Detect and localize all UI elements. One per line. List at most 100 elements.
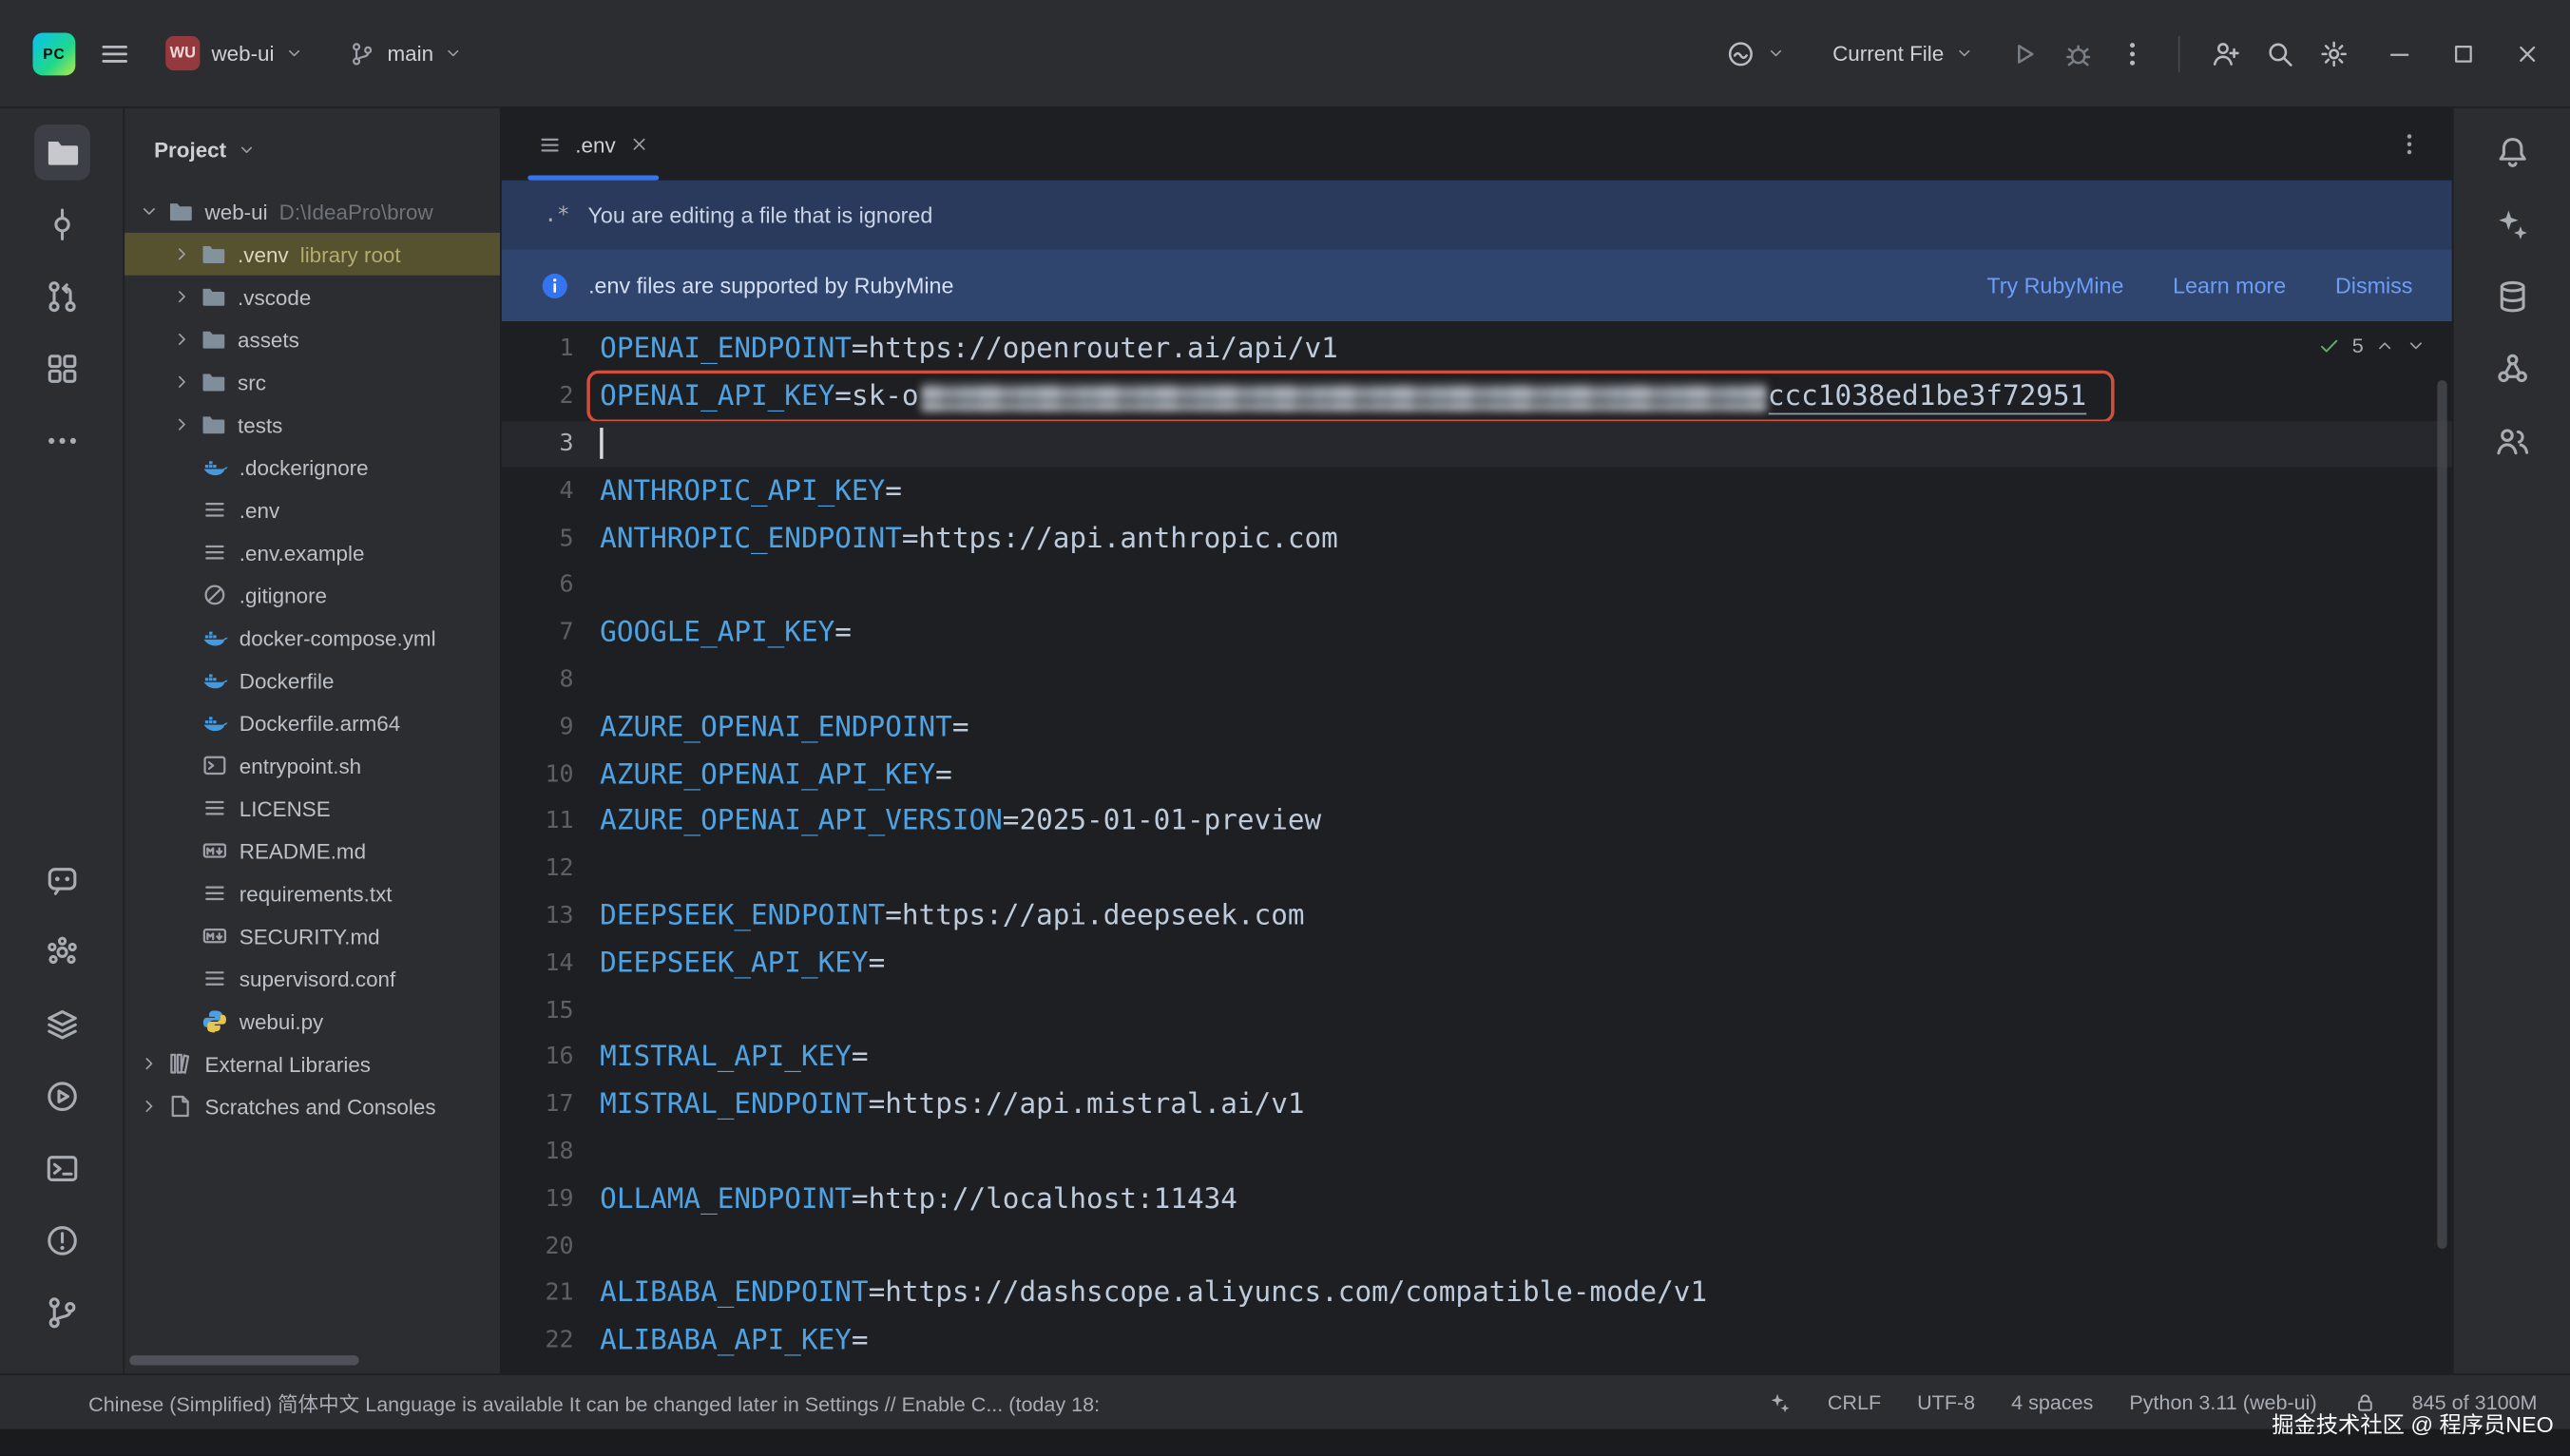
profiler-selector[interactable] xyxy=(1715,30,1796,76)
tree-item-.gitignore[interactable]: .gitignore xyxy=(125,574,500,617)
code-area[interactable]: 5 1OPENAI_ENDPOINT=https://openrouter.ai… xyxy=(502,321,2452,1373)
line-number[interactable]: 18 xyxy=(502,1139,574,1165)
code-line-11[interactable]: 11AZURE_OPENAI_API_VERSION=2025-01-01-pr… xyxy=(502,798,2452,846)
code-line-13[interactable]: 13DEEPSEEK_ENDPOINT=https://api.deepseek… xyxy=(502,892,2452,940)
code-line-19[interactable]: 19OLLAMA_ENDPOINT=http://localhost:11434 xyxy=(502,1176,2452,1223)
status-utf-8[interactable]: UTF-8 xyxy=(1917,1390,1975,1413)
code-line-10[interactable]: 10AZURE_OPENAI_API_KEY= xyxy=(502,751,2452,798)
code-line-21[interactable]: 21ALIBABA_ENDPOINT=https://dashscope.ali… xyxy=(502,1270,2452,1317)
editor-options-icon[interactable] xyxy=(2396,131,2423,158)
tree-item-web-ui[interactable]: web-uiD:\IdeaPro\brow xyxy=(125,190,500,233)
more-actions-icon[interactable] xyxy=(2118,39,2147,68)
chevron-right-icon[interactable] xyxy=(140,1054,160,1074)
tree-item-webui.py[interactable]: webui.py xyxy=(125,1000,500,1043)
terminal-button[interactable] xyxy=(33,1140,89,1197)
dismiss-link[interactable]: Dismiss xyxy=(2335,273,2412,297)
tree-item-dockerfile[interactable]: Dockerfile xyxy=(125,659,500,701)
tree-item-security.md[interactable]: SECURITY.md xyxy=(125,914,500,957)
line-number[interactable]: 22 xyxy=(502,1328,574,1354)
chevron-right-icon[interactable] xyxy=(172,287,192,307)
line-number[interactable]: 17 xyxy=(502,1092,574,1119)
code-line-1[interactable]: 1OPENAI_ENDPOINT=https://openrouter.ai/a… xyxy=(502,326,2452,374)
chevron-right-icon[interactable] xyxy=(140,1097,160,1117)
database-button[interactable] xyxy=(2484,269,2540,325)
line-number[interactable]: 1 xyxy=(502,336,574,363)
notifications-button[interactable] xyxy=(2484,125,2540,181)
code-line-18[interactable]: 18 xyxy=(502,1128,2452,1176)
line-number[interactable]: 13 xyxy=(502,903,574,929)
ai-status-icon[interactable] xyxy=(1769,1390,1792,1413)
dependencies-button[interactable] xyxy=(2484,341,2540,397)
code-with-me-button[interactable] xyxy=(2484,413,2540,469)
line-number[interactable]: 10 xyxy=(502,761,574,788)
status-4-spaces[interactable]: 4 spaces xyxy=(2011,1390,2093,1413)
code-line-20[interactable]: 20 xyxy=(502,1223,2452,1271)
tree-item-.env.example[interactable]: .env.example xyxy=(125,531,500,574)
code-line-3[interactable]: 3 xyxy=(502,420,2452,468)
code-line-6[interactable]: 6 xyxy=(502,562,2452,609)
line-number[interactable]: 2 xyxy=(502,384,574,411)
tree-item-assets[interactable]: assets xyxy=(125,318,500,361)
line-number[interactable]: 21 xyxy=(502,1280,574,1307)
version-control-button[interactable] xyxy=(33,1285,89,1341)
add-user-icon[interactable] xyxy=(2211,39,2240,68)
tree-item-src[interactable]: src xyxy=(125,360,500,403)
try-rubymine-link[interactable]: Try RubyMine xyxy=(1986,273,2123,297)
run-button[interactable] xyxy=(33,1068,89,1124)
code-line-7[interactable]: 7GOOGLE_API_KEY= xyxy=(502,609,2452,657)
tree-item-dockerfile.arm64[interactable]: Dockerfile.arm64 xyxy=(125,701,500,744)
settings-icon[interactable] xyxy=(2319,39,2349,68)
horizontal-scrollbar[interactable] xyxy=(129,1355,358,1365)
code-line-8[interactable]: 8 xyxy=(502,657,2452,704)
code-line-12[interactable]: 12 xyxy=(502,845,2452,892)
tree-item-.dockerignore[interactable]: .dockerignore xyxy=(125,446,500,489)
chevron-right-icon[interactable] xyxy=(172,244,192,264)
project-panel-header[interactable]: Project xyxy=(125,108,500,190)
line-number[interactable]: 14 xyxy=(502,950,574,977)
run-config-selector[interactable]: Current File xyxy=(1821,32,1985,73)
code-line-15[interactable]: 15 xyxy=(502,987,2452,1034)
tree-item-.env[interactable]: .env xyxy=(125,489,500,531)
minimize-button[interactable] xyxy=(2387,40,2413,67)
tree-item-docker-compose.yml[interactable]: docker-compose.yml xyxy=(125,616,500,659)
project-widget[interactable]: WU web-ui xyxy=(154,28,316,78)
code-line-2[interactable]: 2OPENAI_API_KEY=sk-occc1038ed1be3f72951 xyxy=(502,374,2452,421)
code-line-4[interactable]: 4ANTHROPIC_API_KEY= xyxy=(502,468,2452,515)
debug-button[interactable] xyxy=(2063,39,2093,68)
chevron-right-icon[interactable] xyxy=(172,330,192,350)
pull-requests-button[interactable] xyxy=(33,269,89,325)
run-button[interactable] xyxy=(2009,39,2039,68)
status-message[interactable]: Chinese (Simplified) 简体中文 Language is av… xyxy=(88,1387,1100,1418)
tree-item-external-libraries[interactable]: External Libraries xyxy=(125,1043,500,1085)
code-line-17[interactable]: 17MISTRAL_ENDPOINT=https://api.mistral.a… xyxy=(502,1082,2452,1129)
line-number[interactable]: 12 xyxy=(502,855,574,882)
project-button[interactable] xyxy=(33,125,89,181)
search-icon[interactable] xyxy=(2265,39,2294,68)
line-number[interactable]: 11 xyxy=(502,809,574,835)
line-number[interactable]: 6 xyxy=(502,572,574,599)
tree-item-scratches-and-consoles[interactable]: Scratches and Consoles xyxy=(125,1085,500,1128)
services-button[interactable] xyxy=(33,996,89,1052)
tree-item-.venv[interactable]: .venvlibrary root xyxy=(125,233,500,276)
code-line-9[interactable]: 9AZURE_OPENAI_ENDPOINT= xyxy=(502,703,2452,751)
tree-item-requirements.txt[interactable]: requirements.txt xyxy=(125,872,500,914)
line-number[interactable]: 5 xyxy=(502,526,574,552)
chevron-right-icon[interactable] xyxy=(172,414,192,434)
ai-assistant-button[interactable] xyxy=(2484,197,2540,253)
vertical-scrollbar[interactable] xyxy=(2437,380,2446,1249)
line-number[interactable]: 16 xyxy=(502,1044,574,1071)
tree-item-readme.md[interactable]: README.md xyxy=(125,830,500,872)
line-number[interactable]: 7 xyxy=(502,620,574,646)
code-line-5[interactable]: 5ANTHROPIC_ENDPOINT=https://api.anthropi… xyxy=(502,515,2452,563)
line-number[interactable]: 19 xyxy=(502,1186,574,1213)
code-line-14[interactable]: 14DEEPSEEK_API_KEY= xyxy=(502,940,2452,987)
tab-env[interactable]: .env xyxy=(518,108,668,181)
tree-item-license[interactable]: LICENSE xyxy=(125,787,500,830)
line-number[interactable]: 20 xyxy=(502,1234,574,1260)
main-menu-icon[interactable] xyxy=(98,37,130,69)
ai-chat-button[interactable] xyxy=(33,853,89,909)
branch-widget[interactable]: main xyxy=(338,32,474,75)
close-button[interactable] xyxy=(2514,40,2541,67)
line-number[interactable]: 8 xyxy=(502,667,574,694)
chevron-down-icon[interactable] xyxy=(140,201,160,221)
